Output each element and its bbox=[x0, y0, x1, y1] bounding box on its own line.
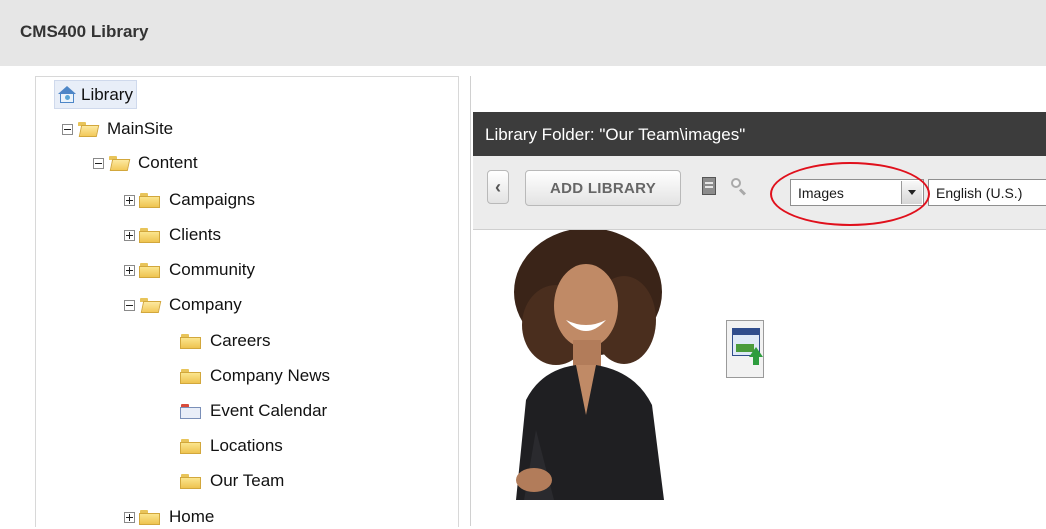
library-tree-pane bbox=[35, 76, 459, 527]
app-title: CMS400 Library bbox=[20, 22, 149, 41]
library-folder-header: Library Folder: "Our Team\images" bbox=[473, 112, 1046, 156]
folder-icon bbox=[139, 262, 160, 278]
folder-icon bbox=[180, 473, 201, 489]
tree-node-company-news[interactable]: Company News bbox=[180, 364, 330, 388]
tree-node-company[interactable]: Company bbox=[124, 293, 242, 317]
tree-node-label: Company News bbox=[210, 366, 330, 385]
tree-node-content[interactable]: Content bbox=[93, 151, 198, 175]
tree-node-label: Clients bbox=[169, 225, 221, 244]
tree-node-label: Event Calendar bbox=[210, 401, 328, 420]
tree-node-label: Content bbox=[138, 153, 198, 172]
search-icon[interactable] bbox=[729, 177, 749, 197]
tree-node-home[interactable]: Home bbox=[124, 505, 214, 529]
tree-node-label: Campaigns bbox=[169, 190, 255, 209]
dropdown-arrow-icon[interactable] bbox=[901, 181, 922, 204]
tree-node-label: Home bbox=[169, 507, 215, 526]
folder-icon bbox=[139, 509, 160, 525]
calendar-folder-icon bbox=[180, 403, 201, 419]
tree-node-campaigns[interactable]: Campaigns bbox=[124, 188, 255, 212]
add-library-button[interactable]: ADD LIBRARY bbox=[525, 170, 681, 206]
folder-open-icon bbox=[77, 121, 100, 137]
library-folder-title: Library Folder: "Our Team\images" bbox=[485, 125, 746, 144]
tree-node-mainsite[interactable]: MainSite bbox=[62, 117, 173, 141]
team-member-image[interactable] bbox=[496, 230, 676, 500]
library-type-select[interactable]: Images bbox=[790, 179, 924, 206]
library-home-icon bbox=[57, 85, 77, 104]
tree-node-our-team[interactable]: Our Team bbox=[180, 469, 284, 493]
tree-node-locations[interactable]: Locations bbox=[180, 434, 283, 458]
library-items-area bbox=[473, 230, 1046, 526]
library-type-value: Images bbox=[798, 184, 844, 201]
tree-node-careers[interactable]: Careers bbox=[180, 329, 270, 353]
expand-icon[interactable] bbox=[124, 229, 135, 241]
collapse-icon[interactable] bbox=[93, 157, 104, 169]
tree-node-label: Company bbox=[169, 295, 242, 314]
tree-node-clients[interactable]: Clients bbox=[124, 223, 221, 247]
folder-icon bbox=[180, 438, 201, 454]
image-upload-icon[interactable] bbox=[726, 320, 764, 378]
folder-icon bbox=[139, 192, 160, 208]
tree-node-event-calendar[interactable]: Event Calendar bbox=[180, 399, 327, 423]
tree-node-label: MainSite bbox=[107, 119, 174, 138]
folder-open-icon bbox=[139, 297, 162, 313]
folder-icon bbox=[180, 368, 201, 384]
back-button[interactable]: ‹ bbox=[487, 170, 509, 204]
library-toolbar: ‹ ADD LIBRARY Images English (U.S.) bbox=[473, 156, 1046, 230]
expand-icon[interactable] bbox=[124, 511, 135, 523]
tree-root-label: Library bbox=[81, 84, 133, 104]
expand-icon[interactable] bbox=[124, 194, 135, 206]
language-value: English (U.S.) bbox=[936, 184, 1023, 201]
tree-node-label: Our Team bbox=[210, 471, 285, 490]
app-header: CMS400 Library bbox=[0, 0, 1046, 66]
folder-icon bbox=[180, 333, 201, 349]
tree-node-label: Community bbox=[169, 260, 255, 279]
view-icon[interactable] bbox=[700, 177, 720, 197]
collapse-icon[interactable] bbox=[124, 299, 135, 311]
expand-icon[interactable] bbox=[124, 264, 135, 276]
tree-node-label: Locations bbox=[210, 436, 283, 455]
folder-icon bbox=[139, 227, 160, 243]
collapse-icon[interactable] bbox=[62, 123, 73, 135]
folder-open-icon bbox=[108, 155, 131, 171]
tree-node-label: Careers bbox=[210, 331, 271, 350]
tree-node-community[interactable]: Community bbox=[124, 258, 255, 282]
language-select[interactable]: English (U.S.) bbox=[928, 179, 1046, 206]
tree-root-library[interactable]: Library bbox=[54, 80, 137, 109]
